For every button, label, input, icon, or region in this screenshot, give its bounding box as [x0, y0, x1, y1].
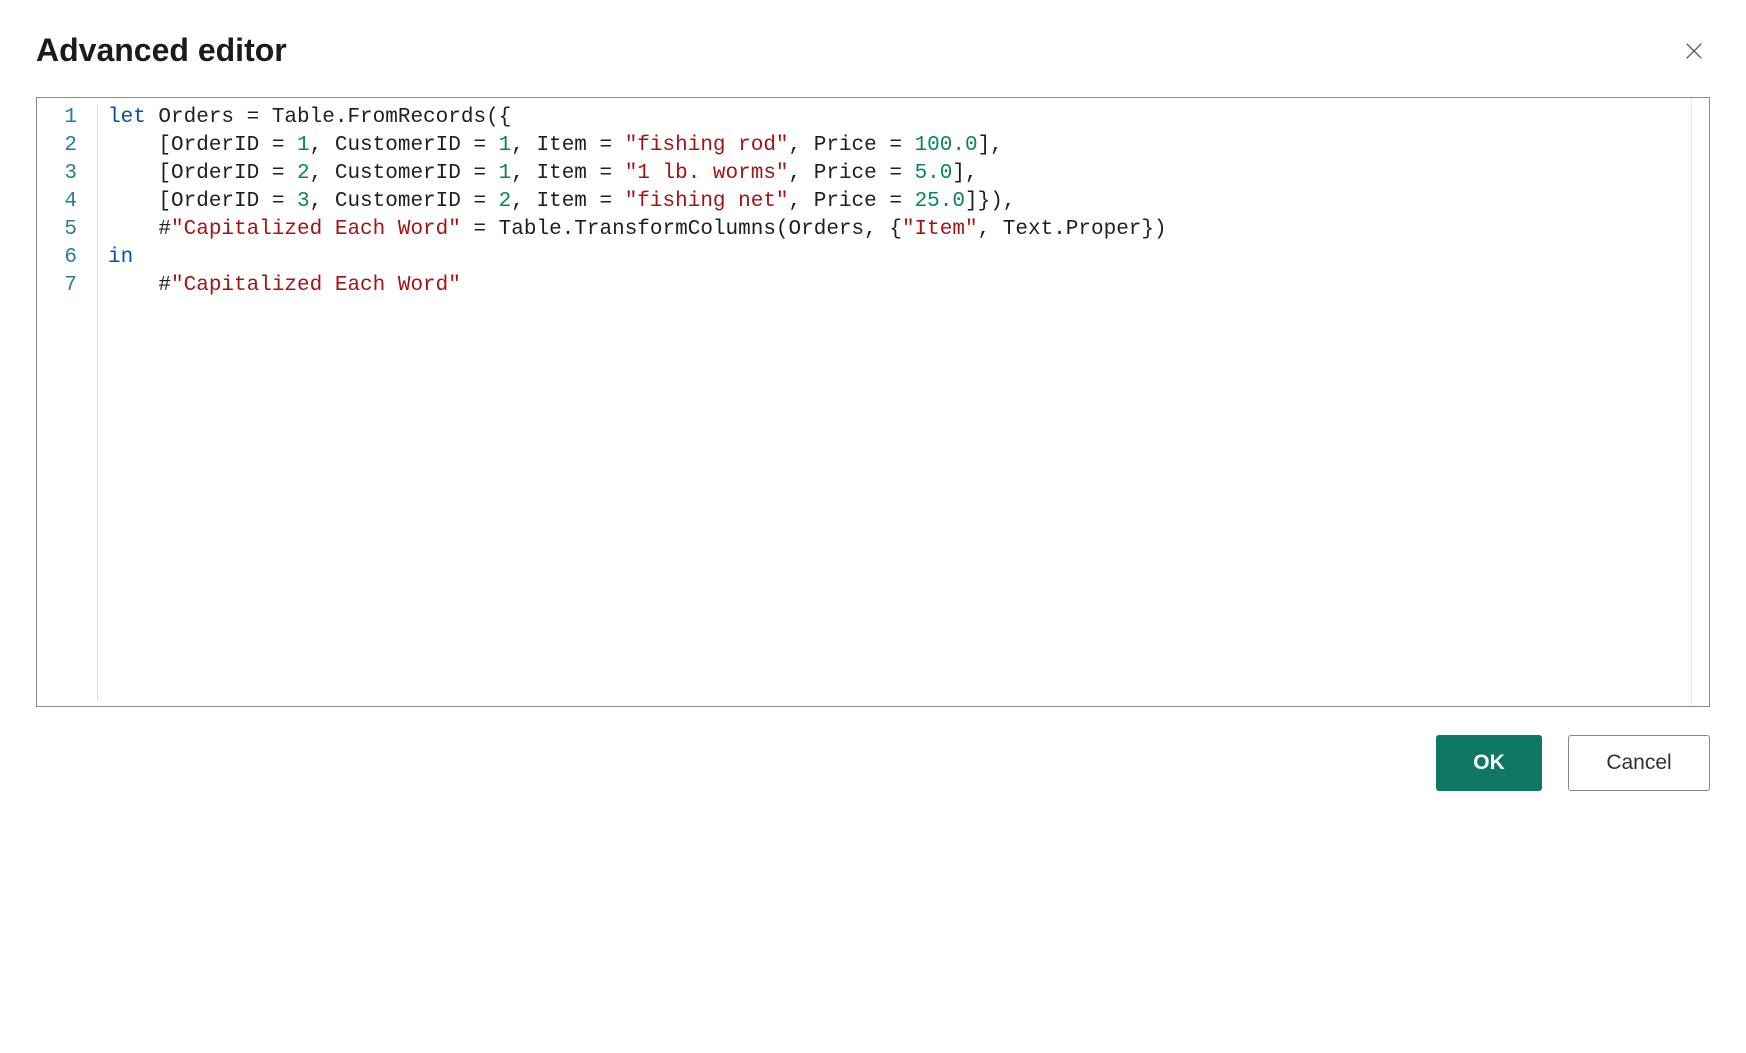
code-token: # [108, 218, 171, 241]
code-line[interactable]: #"Capitalized Each Word" [108, 272, 1709, 300]
close-icon [1683, 40, 1705, 62]
code-line[interactable]: [OrderID = 2, CustomerID = 1, Item = "1 … [108, 160, 1709, 188]
line-number: 7 [37, 272, 87, 300]
dialog-title: Advanced editor [36, 32, 287, 69]
code-token: 3 [297, 190, 310, 213]
code-token: ], [952, 162, 977, 185]
code-token: "1 lb. worms" [625, 162, 789, 185]
code-token: [OrderID = [108, 190, 297, 213]
code-token: ]}), [965, 190, 1015, 213]
code-text-area[interactable]: let Orders = Table.FromRecords({ [OrderI… [97, 104, 1709, 700]
code-token: , Item = [511, 162, 624, 185]
code-token: , Item = [511, 190, 624, 213]
line-number: 6 [37, 244, 87, 272]
code-line[interactable]: in [108, 244, 1709, 272]
code-token: , Price = [789, 162, 915, 185]
code-token: , Price = [789, 190, 915, 213]
code-editor[interactable]: 1234567 let Orders = Table.FromRecords({… [36, 97, 1710, 707]
code-token: 100.0 [915, 134, 978, 157]
code-token: , Text.Proper}) [978, 218, 1167, 241]
code-token: , Price = [789, 134, 915, 157]
code-token: Orders = Table.FromRecords({ [146, 106, 511, 129]
code-token: "fishing net" [625, 190, 789, 213]
code-line[interactable]: [OrderID = 3, CustomerID = 2, Item = "fi… [108, 188, 1709, 216]
code-token: [OrderID = [108, 134, 297, 157]
code-token: "Item" [902, 218, 978, 241]
ok-button[interactable]: OK [1436, 735, 1542, 791]
dialog-footer: OK Cancel [36, 735, 1710, 791]
code-token: let [108, 106, 146, 129]
line-number-gutter: 1234567 [37, 104, 95, 700]
code-token: 1 [499, 134, 512, 157]
code-token: # [108, 274, 171, 297]
code-line[interactable]: [OrderID = 1, CustomerID = 1, Item = "fi… [108, 132, 1709, 160]
code-token: in [108, 246, 133, 269]
code-token: "fishing rod" [625, 134, 789, 157]
cancel-button[interactable]: Cancel [1568, 735, 1710, 791]
line-number: 3 [37, 160, 87, 188]
code-token: 1 [499, 162, 512, 185]
code-token: 2 [297, 162, 310, 185]
code-token: 25.0 [915, 190, 965, 213]
line-number: 5 [37, 216, 87, 244]
line-number: 4 [37, 188, 87, 216]
code-token: ], [978, 134, 1003, 157]
line-number: 2 [37, 132, 87, 160]
code-token: , Item = [511, 134, 624, 157]
code-token: 2 [499, 190, 512, 213]
scrollbar-track[interactable] [1691, 98, 1709, 706]
code-token: = Table.TransformColumns(Orders, { [461, 218, 902, 241]
code-token: "Capitalized Each Word" [171, 218, 461, 241]
code-token: 5.0 [915, 162, 953, 185]
code-line[interactable]: let Orders = Table.FromRecords({ [108, 104, 1709, 132]
line-number: 1 [37, 104, 87, 132]
code-token: , CustomerID = [310, 190, 499, 213]
code-token: , CustomerID = [310, 134, 499, 157]
code-line[interactable]: #"Capitalized Each Word" = Table.Transfo… [108, 216, 1709, 244]
code-token: 1 [297, 134, 310, 157]
close-button[interactable] [1678, 35, 1710, 67]
code-token: [OrderID = [108, 162, 297, 185]
code-token: , CustomerID = [310, 162, 499, 185]
dialog-header: Advanced editor [36, 32, 1710, 69]
code-token: "Capitalized Each Word" [171, 274, 461, 297]
